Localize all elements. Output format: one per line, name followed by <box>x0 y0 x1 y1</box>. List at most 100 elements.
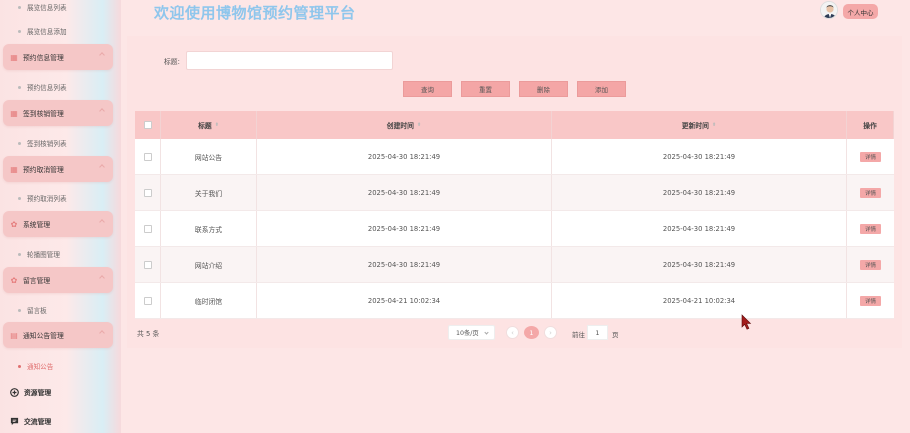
chevron-down-icon <box>484 330 489 335</box>
sidebar-group-reservation[interactable]: ▦ 预约信息管理 <box>3 44 113 70</box>
detail-button[interactable]: 详情 <box>860 259 881 270</box>
table-row: 关于我们 2025-04-30 18:21:49 2025-04-30 18:2… <box>135 175 894 211</box>
row-checkbox-cell <box>135 283 161 318</box>
select-all-checkbox[interactable] <box>143 121 152 129</box>
cell-updated: 2025-04-30 18:21:49 <box>552 211 847 246</box>
row-checkbox-cell <box>135 211 161 246</box>
goto-page-input[interactable]: 1 <box>587 325 608 340</box>
title-search-input[interactable] <box>186 51 393 70</box>
row-checkbox[interactable] <box>143 152 152 161</box>
main-panel: 标题: 查询 重置 删除 添加 标题 ⬍ 创建时间 ⬍ 更新时间 ⬍ 操作 网站公告 … <box>127 36 902 348</box>
row-checkbox-cell <box>135 247 161 282</box>
goto-label: 前往 <box>572 331 585 339</box>
column-title[interactable]: 标题 ⬍ <box>161 111 257 139</box>
cell-created: 2025-04-30 18:21:49 <box>257 139 552 174</box>
sort-icon[interactable]: ⬍ <box>712 123 716 128</box>
table-row: 网站介绍 2025-04-30 18:21:49 2025-04-30 18:2… <box>135 247 894 283</box>
sidebar-item-resources[interactable]: 资源管理 <box>10 387 51 397</box>
table-row: 临时闭馆 2025-04-21 10:02:34 2025-04-21 10:0… <box>135 283 894 319</box>
gear-icon: ✿ <box>10 275 18 285</box>
chat-icon <box>10 417 19 426</box>
sidebar-group-notice[interactable]: ▤ 通知公告管理 <box>3 322 113 348</box>
row-checkbox-cell <box>135 175 161 210</box>
add-button[interactable]: 添加 <box>577 81 626 97</box>
cell-title: 网站公告 <box>161 139 257 174</box>
bullet-icon <box>18 141 21 145</box>
sidebar-item-exhibition-add[interactable]: 展览信息添加 <box>18 26 67 36</box>
cell-title: 联系方式 <box>161 211 257 246</box>
search-label: 标题: <box>164 58 180 66</box>
sort-icon[interactable]: ⬍ <box>215 123 219 128</box>
query-button[interactable]: 查询 <box>403 81 452 97</box>
cell-created: 2025-04-21 10:02:34 <box>257 283 552 318</box>
delete-button[interactable]: 删除 <box>519 81 568 97</box>
next-page-button[interactable]: › <box>544 326 557 339</box>
user-center-button[interactable]: 个人中心 <box>843 4 878 19</box>
bullet-icon <box>18 196 21 200</box>
mouse-cursor-icon <box>741 314 752 332</box>
detail-button[interactable]: 详情 <box>860 187 881 198</box>
current-page[interactable]: 1 <box>524 326 539 339</box>
bullet-icon <box>18 29 21 33</box>
row-checkbox[interactable] <box>143 296 152 305</box>
cell-actions: 详情 <box>847 211 894 246</box>
grid-icon: ▦ <box>10 108 18 118</box>
header-checkbox-cell <box>135 111 161 139</box>
cell-created: 2025-04-30 18:21:49 <box>257 247 552 282</box>
sidebar-item-checkin-list[interactable]: 签到核销列表 <box>18 138 67 148</box>
detail-button[interactable]: 详情 <box>860 223 881 234</box>
chevron-up-icon <box>99 164 105 170</box>
total-count: 共 5 条 <box>137 330 160 338</box>
page-title: 欢迎使用博物馆预约管理平台 <box>154 4 356 22</box>
row-checkbox[interactable] <box>143 260 152 269</box>
cell-updated: 2025-04-21 10:02:34 <box>552 283 847 318</box>
chevron-up-icon <box>99 219 105 225</box>
detail-button[interactable]: 详情 <box>860 151 881 162</box>
avatar[interactable] <box>820 1 838 19</box>
chevron-up-icon <box>99 275 105 281</box>
cell-updated: 2025-04-30 18:21:49 <box>552 139 847 174</box>
row-checkbox-cell <box>135 139 161 174</box>
sidebar-group-message[interactable]: ✿ 留言管理 <box>3 267 113 293</box>
notice-table: 标题 ⬍ 创建时间 ⬍ 更新时间 ⬍ 操作 网站公告 2025-04-30 18:21… <box>135 111 894 319</box>
sidebar: 展览信息列表 展览信息添加 ▦ 预约信息管理 预约信息列表 ▦ 签到核销管理 签到核… <box>0 0 121 433</box>
sidebar-group-cancel[interactable]: ▦ 预约取消管理 <box>3 156 113 182</box>
grid-icon: ▦ <box>10 164 18 174</box>
column-created[interactable]: 创建时间 ⬍ <box>257 111 552 139</box>
sidebar-item-reservation-list[interactable]: 预约信息列表 <box>18 82 67 92</box>
cell-actions: 详情 <box>847 247 894 282</box>
prev-page-button[interactable]: ‹ <box>506 326 519 339</box>
sidebar-item-message-board[interactable]: 留言板 <box>18 305 47 315</box>
row-checkbox[interactable] <box>143 224 152 233</box>
bullet-icon <box>18 364 21 368</box>
cell-created: 2025-04-30 18:21:49 <box>257 211 552 246</box>
cell-updated: 2025-04-30 18:21:49 <box>552 247 847 282</box>
sidebar-group-system[interactable]: ✿ 系统管理 <box>3 211 113 237</box>
sidebar-item-communication[interactable]: 交流管理 <box>10 416 51 426</box>
cell-actions: 详情 <box>847 139 894 174</box>
bullet-icon <box>18 5 21 9</box>
sidebar-group-checkin[interactable]: ▦ 签到核销管理 <box>3 100 113 126</box>
sidebar-item-carousel[interactable]: 轮播图管理 <box>18 249 60 259</box>
sort-icon[interactable]: ⬍ <box>417 123 421 128</box>
row-checkbox[interactable] <box>143 188 152 197</box>
header: 欢迎使用博物馆预约管理平台 个人中心 <box>121 0 910 26</box>
table-row: 联系方式 2025-04-30 18:21:49 2025-04-30 18:2… <box>135 211 894 247</box>
cell-title: 临时闭馆 <box>161 283 257 318</box>
column-updated[interactable]: 更新时间 ⬍ <box>552 111 847 139</box>
table-row: 网站公告 2025-04-30 18:21:49 2025-04-30 18:2… <box>135 139 894 175</box>
page-size-select[interactable]: 10条/页 <box>448 325 495 340</box>
table-header: 标题 ⬍ 创建时间 ⬍ 更新时间 ⬍ 操作 <box>135 111 894 139</box>
cell-created: 2025-04-30 18:21:49 <box>257 175 552 210</box>
gear-icon: ✿ <box>10 219 18 229</box>
sidebar-item-exhibition-list[interactable]: 展览信息列表 <box>18 2 67 12</box>
sidebar-item-cancel-list[interactable]: 预约取消列表 <box>18 193 67 203</box>
detail-button[interactable]: 详情 <box>860 295 881 306</box>
cell-title: 关于我们 <box>161 175 257 210</box>
sidebar-item-notice[interactable]: 通知公告 <box>18 361 53 371</box>
reset-button[interactable]: 重置 <box>461 81 510 97</box>
chevron-up-icon <box>99 52 105 58</box>
plus-circle-icon <box>10 387 19 397</box>
cell-actions: 详情 <box>847 175 894 210</box>
grid-icon: ▦ <box>10 52 18 62</box>
